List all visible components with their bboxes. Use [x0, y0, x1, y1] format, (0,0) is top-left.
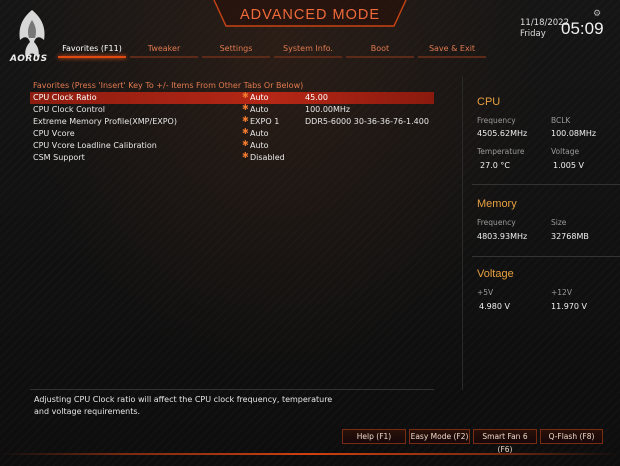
- tab-system-info-label: System Info.: [283, 44, 333, 53]
- tab-underline: [202, 56, 270, 58]
- cpu-voltage-label: Voltage: [551, 147, 580, 156]
- cpu-bclk-value: 100.08MHz: [551, 129, 597, 138]
- cpu-bclk-label: BCLK: [551, 116, 571, 125]
- plus5v-label: +5V: [477, 288, 494, 297]
- setting-current: DDR5-6000 30-36-36-76-1.400: [305, 117, 429, 126]
- cpu-temperature-label: Temperature: [477, 147, 525, 156]
- setting-value[interactable]: EXPO 1: [250, 117, 279, 126]
- smart-fan-button[interactable]: Smart Fan 6 (F6): [473, 429, 537, 454]
- voltage-section-title: Voltage: [477, 268, 514, 280]
- favorite-star-icon: ✱: [242, 115, 249, 124]
- tab-tweaker-label: Tweaker: [147, 44, 181, 53]
- tab-underline: [130, 56, 198, 58]
- tab-underline: [58, 56, 126, 58]
- tab-tweaker[interactable]: Tweaker: [130, 44, 198, 58]
- favorite-star-icon: ✱: [242, 91, 249, 100]
- setting-value[interactable]: Auto: [250, 93, 269, 102]
- settings-gear-icon[interactable]: ⚙: [593, 9, 601, 19]
- setting-value[interactable]: Auto: [250, 141, 269, 150]
- cpu-frequency-label: Frequency: [477, 116, 516, 125]
- section-divider: [472, 256, 620, 257]
- help-text: Adjusting CPU Clock ratio will affect th…: [34, 395, 333, 416]
- favorite-star-icon: ✱: [242, 151, 249, 160]
- tab-underline: [346, 56, 414, 58]
- favorite-star-icon: ✱: [242, 127, 249, 136]
- setting-label: CPU Vcore: [33, 129, 75, 138]
- setting-row-cpu-clock-control[interactable]: CPU Clock Control ✱ Auto 100.00MHz: [30, 103, 434, 116]
- plus12v-value: 11.970 V: [551, 302, 588, 311]
- qflash-button[interactable]: Q-Flash (F8): [540, 429, 603, 444]
- setting-value[interactable]: Auto: [250, 105, 269, 114]
- favorites-title: Favorites (Press 'Insert' Key To +/- Ite…: [33, 81, 304, 90]
- memory-section-title: Memory: [477, 198, 517, 210]
- setting-label: CPU Clock Control: [33, 105, 106, 114]
- favorite-star-icon: ✱: [242, 139, 249, 148]
- cpu-temperature-value: 27.0 °C: [480, 161, 510, 170]
- setting-row-vcore-llc[interactable]: CPU Vcore Loadline Calibration ✱ Auto: [30, 139, 434, 152]
- setting-value[interactable]: Disabled: [250, 153, 285, 162]
- clock: 05:09: [561, 19, 604, 38]
- tab-save-exit[interactable]: Save & Exit: [418, 44, 486, 58]
- setting-row-csm-support[interactable]: CSM Support ✱ Disabled: [30, 151, 434, 164]
- tab-system-info[interactable]: System Info.: [274, 44, 342, 58]
- setting-label: CPU Clock Ratio: [33, 93, 97, 102]
- setting-row-cpu-clock-ratio[interactable]: CPU Clock Ratio ✱ Auto 45.00: [30, 91, 434, 104]
- tab-settings-label: Settings: [219, 44, 253, 53]
- memory-size-value: 32768MB: [551, 232, 589, 241]
- tab-settings[interactable]: Settings: [202, 44, 270, 58]
- memory-size-label: Size: [551, 218, 567, 227]
- tab-favorites[interactable]: Favorites (F11): [58, 44, 126, 58]
- favorite-star-icon: ✱: [242, 103, 249, 112]
- section-divider: [472, 184, 620, 185]
- tab-favorites-label: Favorites (F11): [62, 44, 122, 53]
- easy-mode-button[interactable]: Easy Mode (F2): [409, 429, 470, 444]
- cpu-voltage-value: 1.005 V: [553, 161, 584, 170]
- setting-row-cpu-vcore[interactable]: CPU Vcore ✱ Auto: [30, 127, 434, 140]
- setting-value[interactable]: Auto: [250, 129, 269, 138]
- mode-title: ADVANCED MODE: [239, 7, 381, 23]
- setting-current: 45.00: [305, 93, 328, 102]
- panel-divider: [462, 76, 463, 390]
- cpu-frequency-value: 4505.62MHz: [477, 129, 528, 138]
- setting-row-xmp-expo[interactable]: Extreme Memory Profile(XMP/EXPO) ✱ EXPO …: [30, 115, 434, 128]
- tab-boot[interactable]: Boot: [346, 44, 414, 58]
- memory-frequency-label: Frequency: [477, 218, 516, 227]
- bottom-accent-line: [0, 453, 620, 455]
- tab-underline: [274, 56, 342, 58]
- memory-frequency-value: 4803.93MHz: [477, 232, 528, 241]
- help-button[interactable]: Help (F1): [342, 429, 406, 444]
- plus5v-value: 4.980 V: [479, 302, 510, 311]
- setting-label: Extreme Memory Profile(XMP/EXPO): [33, 117, 177, 126]
- tab-boot-label: Boot: [370, 44, 390, 53]
- tab-save-exit-label: Save & Exit: [428, 44, 476, 53]
- setting-label: CPU Vcore Loadline Calibration: [33, 141, 157, 150]
- plus12v-label: +12V: [551, 288, 572, 297]
- tab-underline: [418, 56, 486, 58]
- setting-label: CSM Support: [33, 153, 85, 162]
- help-divider: [30, 389, 434, 390]
- setting-current: 100.00MHz: [305, 105, 351, 114]
- tab-bar: Favorites (F11) Tweaker Settings System …: [58, 44, 488, 60]
- brand-text: AORUS: [10, 54, 48, 64]
- cpu-section-title: CPU: [477, 96, 501, 108]
